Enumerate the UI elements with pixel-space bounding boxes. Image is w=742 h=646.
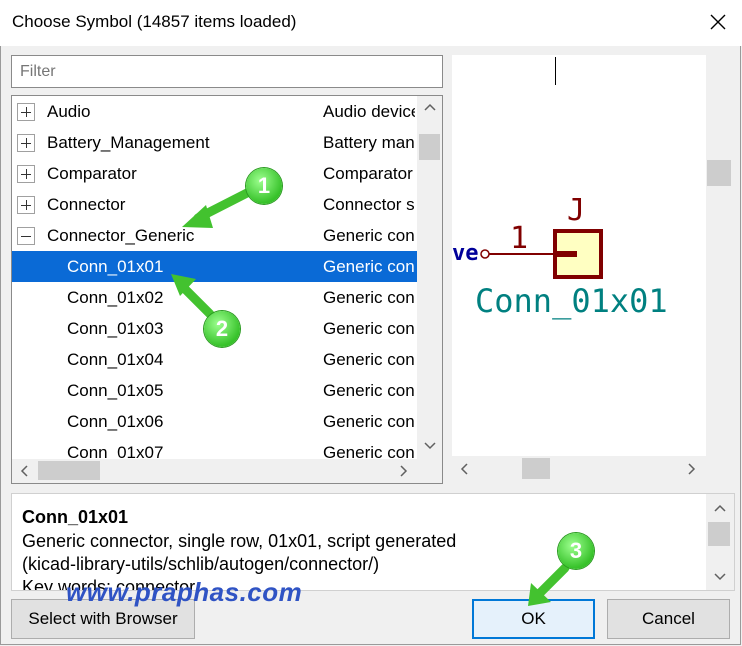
expand-icon[interactable] <box>17 134 35 152</box>
scroll-down-button[interactable] <box>708 566 732 588</box>
tree-vertical-scrollbar[interactable] <box>417 96 442 459</box>
expand-icon[interactable] <box>17 196 35 214</box>
symbol-reference: J <box>567 193 586 228</box>
tree-row-label: Battery_Management <box>47 133 210 152</box>
watermark: www.praphas.com <box>66 577 303 607</box>
tree-row-description: Generic con <box>323 319 415 338</box>
tree-row[interactable]: Comparator Comparator <box>12 158 417 189</box>
chevron-up-icon <box>423 103 436 111</box>
tree-row-label: Conn_01x03 <box>67 319 164 338</box>
tree-row[interactable]: Conn_01x06 Generic con <box>12 406 417 437</box>
scroll-left-button[interactable] <box>12 460 36 482</box>
scroll-down-button[interactable] <box>417 435 442 457</box>
collapse-icon[interactable] <box>17 227 35 245</box>
tree-row-label: Connector_Generic <box>47 226 195 245</box>
tree-row-description: Generic con <box>323 350 415 369</box>
scroll-thumb[interactable] <box>522 458 550 479</box>
preview-vertical-scrollbar[interactable] <box>706 80 736 456</box>
tree-row-description: Generic con <box>323 412 415 431</box>
scroll-thumb[interactable] <box>707 160 731 186</box>
tree-row[interactable]: Conn_01x01 Generic con <box>12 251 417 282</box>
tree-row-label: Conn_01x02 <box>67 288 164 307</box>
chevron-left-icon <box>460 463 468 475</box>
scroll-corner <box>417 459 442 483</box>
ok-button[interactable]: OK <box>472 599 595 639</box>
tree-row[interactable]: Connector Connector s <box>12 189 417 220</box>
scroll-right-button[interactable] <box>680 458 704 480</box>
callout-badge-3: 3 <box>558 533 594 569</box>
close-icon <box>710 14 726 30</box>
chevron-up-icon <box>714 504 726 512</box>
info-scrollbar[interactable] <box>706 494 734 590</box>
tree-row-label: Comparator <box>47 164 137 183</box>
chevron-down-icon <box>423 442 436 450</box>
chevron-right-icon <box>688 463 696 475</box>
tree-row-description: Connector s <box>323 195 415 214</box>
close-button[interactable] <box>702 6 734 38</box>
chevron-down-icon <box>714 573 726 581</box>
chevron-left-icon <box>20 465 28 477</box>
tree-row-label: Conn_01x04 <box>67 350 164 369</box>
tree-row[interactable]: Connector_Generic Generic con <box>12 220 417 251</box>
pin-number: 1 <box>510 221 529 256</box>
tree-row[interactable]: Conn_01x04 Generic con <box>12 344 417 375</box>
scroll-thumb[interactable] <box>419 134 440 160</box>
tree-row-description: Battery management <box>323 133 415 152</box>
symbol-tree[interactable]: Conn_01x07 Generic con Conn_01x06 Generic c… <box>11 95 443 484</box>
preview-horizontal-scrollbar[interactable] <box>452 456 706 481</box>
symbol-value: Conn_01x01 <box>475 282 668 320</box>
scroll-up-button[interactable] <box>417 96 442 118</box>
dialog-title: Choose Symbol (14857 items loaded) <box>12 12 297 31</box>
tree-row-description: Generic con <box>323 257 415 276</box>
tree-row-description: Generic con <box>323 226 415 245</box>
tree-row[interactable]: Audio Audio devices <box>12 96 417 127</box>
tree-row[interactable]: Conn_01x02 Generic con <box>12 282 417 313</box>
scroll-up-button[interactable] <box>708 497 732 519</box>
callout-badge-2: 2 <box>204 311 240 347</box>
expand-icon[interactable] <box>17 165 35 183</box>
tree-row-label: Audio <box>47 102 91 121</box>
chevron-right-icon <box>400 465 408 477</box>
filter-input[interactable] <box>11 55 443 88</box>
scroll-thumb[interactable] <box>38 461 100 480</box>
info-description: Generic connector, single row, 01x01, sc… <box>22 531 457 551</box>
tree-row-label: Conn_01x01 <box>67 257 164 276</box>
scroll-right-button[interactable] <box>392 460 416 482</box>
scroll-thumb[interactable] <box>708 522 730 546</box>
tree-row-label: Connector <box>47 195 126 214</box>
cancel-button[interactable]: Cancel <box>607 599 730 639</box>
callout-badge-1: 1 <box>246 168 282 204</box>
pin-name: ve <box>452 241 479 266</box>
tree-row-description: Generic con <box>323 381 415 400</box>
expand-icon[interactable] <box>17 103 35 121</box>
tree-row-description: Comparator <box>323 164 413 183</box>
info-symbol-name: Conn_01x01 <box>22 507 129 527</box>
scroll-left-button[interactable] <box>452 458 476 480</box>
tree-row-label: Conn_01x06 <box>67 412 164 431</box>
symbol-preview: J 1 ve Conn_01x01 <box>452 55 706 456</box>
title-bar: Choose Symbol (14857 items loaded) <box>0 0 742 46</box>
tree-row[interactable]: Conn_01x05 Generic con <box>12 375 417 406</box>
tree-row-description: Generic con <box>323 288 415 307</box>
tree-row-description: Audio devices <box>323 102 415 121</box>
tree-row[interactable]: Battery_Management Battery management <box>12 127 417 158</box>
info-source: (kicad-library-utils/schlib/autogen/conn… <box>22 554 380 574</box>
tree-horizontal-scrollbar[interactable] <box>12 459 417 483</box>
tree-row-label: Conn_01x05 <box>67 381 164 400</box>
